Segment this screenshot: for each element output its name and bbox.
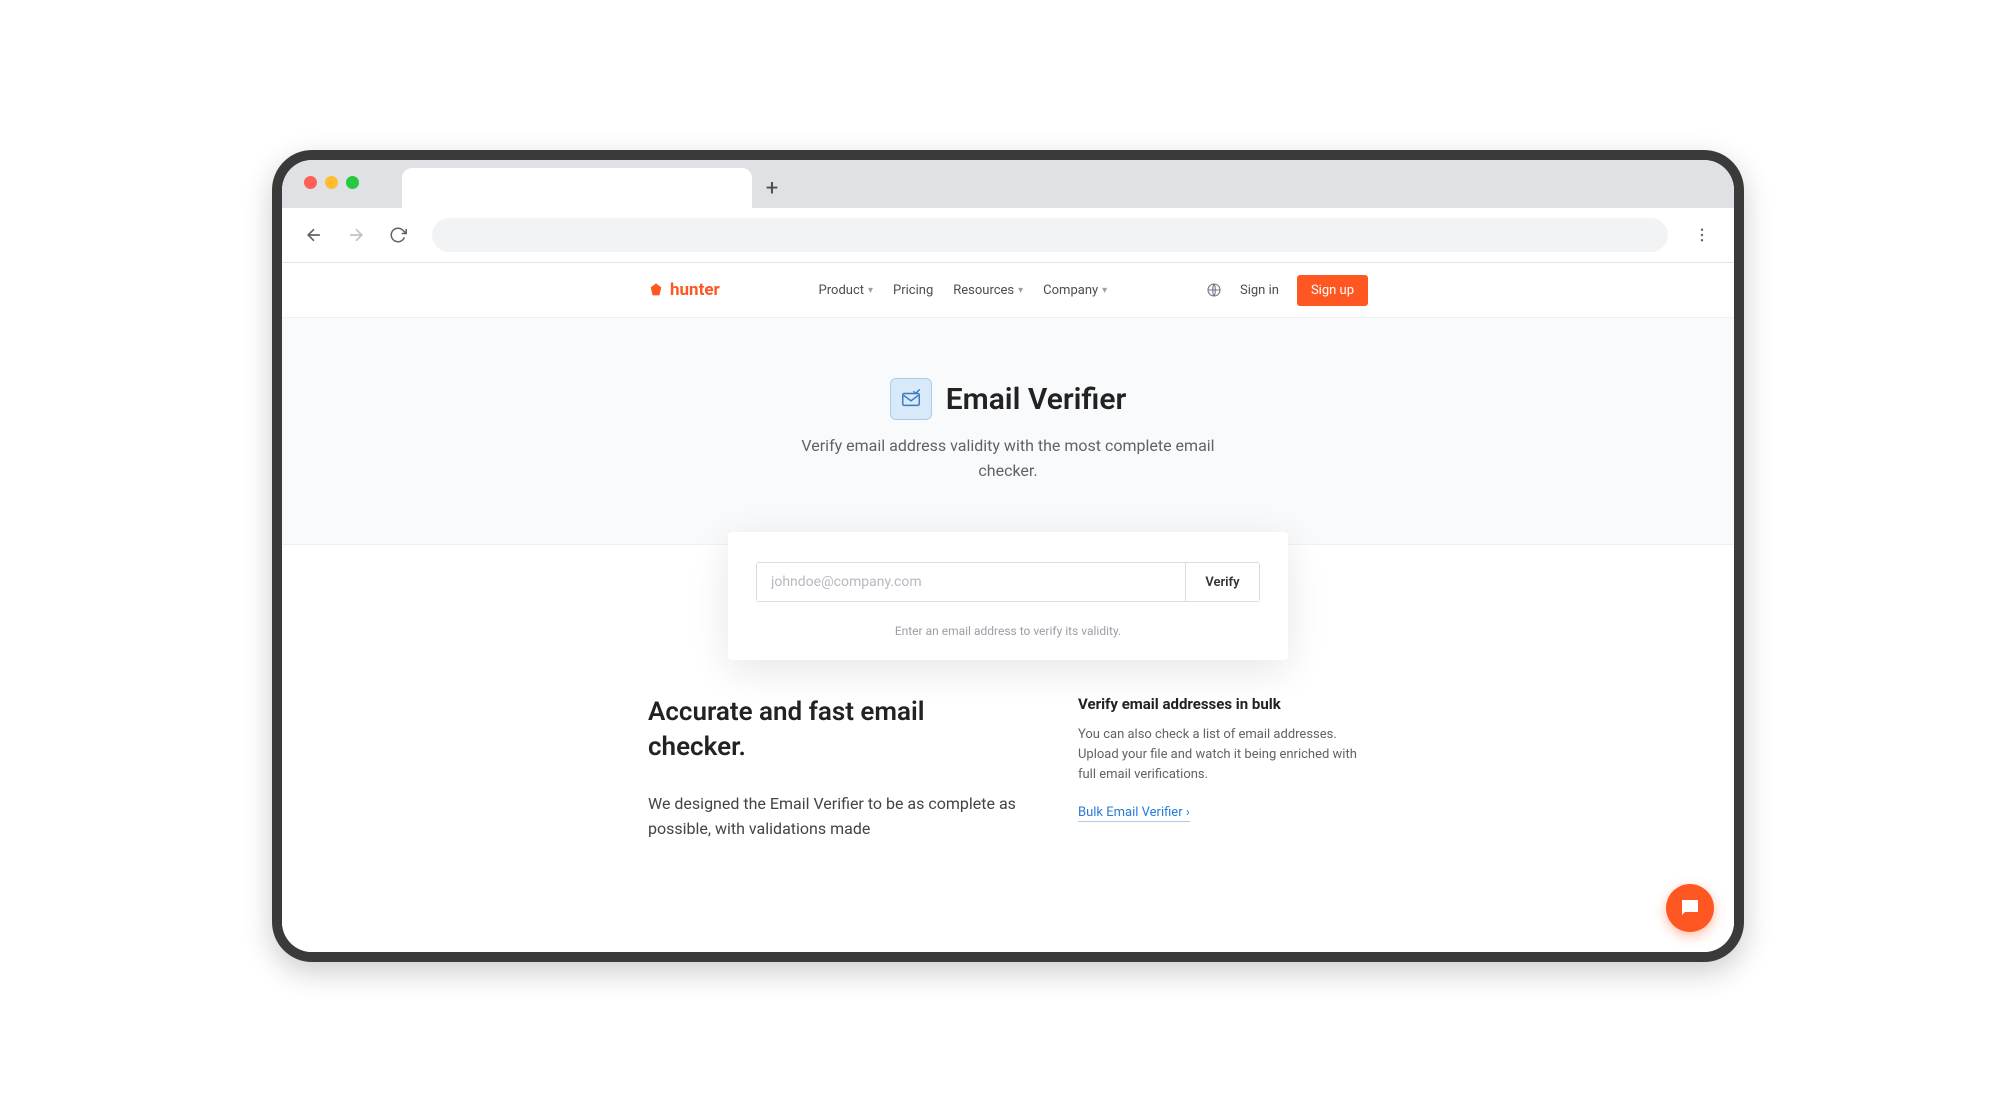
verify-button[interactable]: Verify — [1185, 563, 1259, 601]
signin-link[interactable]: Sign in — [1240, 283, 1279, 298]
email-input[interactable] — [757, 563, 1185, 601]
screen: + hunter — [282, 160, 1734, 952]
nav-item-label: Pricing — [893, 283, 933, 298]
bulk-verifier-link[interactable]: Bulk Email Verifier › — [1078, 805, 1190, 822]
browser-more-button[interactable] — [1684, 217, 1720, 253]
new-tab-button[interactable]: + — [752, 168, 792, 208]
nav-item-label: Resources — [953, 283, 1014, 298]
site-header: hunter Product ▾ Pricing Resources ▾ — [282, 263, 1734, 318]
url-bar[interactable] — [432, 218, 1668, 252]
browser-tab-strip: + — [282, 160, 1734, 208]
logo-text: hunter — [670, 280, 720, 300]
content-right: Verify email addresses in bulk You can a… — [1078, 695, 1368, 842]
email-verifier-icon — [890, 378, 932, 420]
page-content: hunter Product ▾ Pricing Resources ▾ — [282, 263, 1734, 952]
maximize-window-icon[interactable] — [346, 176, 359, 189]
section-body: We designed the Email Verifier to be as … — [648, 791, 1018, 842]
page-title: Email Verifier — [946, 382, 1127, 417]
language-button[interactable] — [1206, 282, 1222, 298]
browser-tab[interactable] — [402, 168, 752, 208]
header-right: Sign in Sign up — [1206, 275, 1368, 306]
signup-button[interactable]: Sign up — [1297, 275, 1368, 306]
forward-button — [338, 217, 374, 253]
logo-icon — [648, 282, 664, 298]
nav-product[interactable]: Product ▾ — [819, 283, 873, 298]
device-frame: + hunter — [272, 150, 1744, 962]
chat-fab[interactable] — [1666, 884, 1714, 932]
nav-pricing[interactable]: Pricing — [893, 283, 933, 298]
window-controls — [304, 176, 359, 189]
chevron-down-icon: ▾ — [1018, 285, 1023, 296]
input-help-text: Enter an email address to verify its val… — [756, 624, 1260, 638]
back-button[interactable] — [296, 217, 332, 253]
reload-button[interactable] — [380, 217, 416, 253]
section-heading: Accurate and fast email checker. — [648, 695, 1018, 765]
chevron-down-icon: ▾ — [868, 285, 873, 296]
close-window-icon[interactable] — [304, 176, 317, 189]
hero: Email Verifier Verify email address vali… — [282, 318, 1734, 545]
minimize-window-icon[interactable] — [325, 176, 338, 189]
nav-item-label: Product — [819, 283, 864, 298]
email-input-row: Verify — [756, 562, 1260, 602]
browser-toolbar — [282, 208, 1734, 263]
verify-card: Verify Enter an email address to verify … — [728, 532, 1288, 660]
logo[interactable]: hunter — [648, 280, 720, 300]
nav-resources[interactable]: Resources ▾ — [953, 283, 1023, 298]
bulk-heading: Verify email addresses in bulk — [1078, 695, 1368, 713]
chat-icon — [1678, 896, 1702, 920]
nav-company[interactable]: Company ▾ — [1043, 283, 1107, 298]
page-subtitle: Verify email address validity with the m… — [778, 434, 1238, 484]
content-left: Accurate and fast email checker. We desi… — [648, 695, 1018, 842]
chevron-down-icon: ▾ — [1102, 285, 1107, 296]
main-nav: Product ▾ Pricing Resources ▾ Company — [819, 283, 1108, 298]
nav-item-label: Company — [1043, 283, 1098, 298]
bulk-body: You can also check a list of email addre… — [1078, 725, 1368, 785]
